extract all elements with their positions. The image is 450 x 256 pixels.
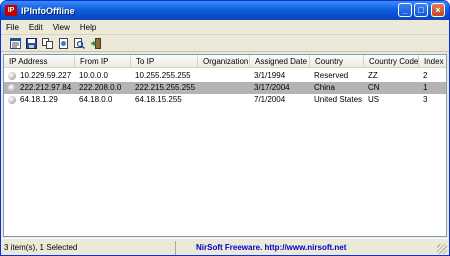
column-header-to-ip[interactable]: To IP xyxy=(131,55,198,68)
column-header-assigned-date[interactable]: Assigned Date xyxy=(250,55,310,68)
column-header-organization[interactable]: Organization xyxy=(198,55,250,68)
cell-ip-address: 222.212.97.84 xyxy=(20,83,72,92)
cell-assigned-date: 3/17/2004 xyxy=(254,83,290,92)
status-bar: 3 item(s), 1 Selected NirSoft Freeware. … xyxy=(1,238,449,255)
copy-icon[interactable] xyxy=(41,37,54,49)
exit-icon[interactable] xyxy=(89,37,102,49)
table-row-selected[interactable]: 222.212.97.84 222.208.0.0 222.215.255.25… xyxy=(4,82,446,94)
cell-assigned-date: 7/1/2004 xyxy=(254,95,286,104)
menu-view[interactable]: View xyxy=(48,23,75,32)
column-header-from-ip[interactable]: From IP xyxy=(75,55,131,68)
cell-assigned-date: 3/1/1994 xyxy=(254,71,286,80)
nirsoft-link[interactable]: NirSoft Freeware. http://www.nirsoft.net xyxy=(196,243,346,252)
minimize-button[interactable]: _ xyxy=(398,3,412,17)
cell-to-ip: 64.18.15.255 xyxy=(135,95,182,104)
menu-edit[interactable]: Edit xyxy=(24,23,48,32)
cell-organization xyxy=(198,82,202,94)
window-title: IPInfoOffline xyxy=(21,5,75,16)
properties-icon[interactable] xyxy=(9,37,22,49)
status-summary: 3 item(s), 1 Selected xyxy=(1,240,176,255)
cell-country-code: ZZ xyxy=(368,71,378,80)
cell-index: 3 xyxy=(423,95,428,104)
cell-ip-address: 10.229.59.227 xyxy=(20,71,72,80)
maximize-button[interactable]: □ xyxy=(414,3,428,17)
toolbar xyxy=(1,35,449,52)
column-header-ip-address[interactable]: IP Address xyxy=(4,55,75,68)
cell-to-ip: 222.215.255.255 xyxy=(135,83,196,92)
column-header-country[interactable]: Country xyxy=(310,55,364,68)
cell-from-ip: 10.0.0.0 xyxy=(79,71,108,80)
cell-organization xyxy=(198,94,202,106)
cell-ip-address: 64.18.1.29 xyxy=(20,95,58,104)
list-header: IP Address From IP To IP Organization As… xyxy=(4,55,446,68)
save-icon[interactable] xyxy=(25,37,38,49)
ip-entry-icon xyxy=(8,96,16,104)
cell-from-ip: 64.18.0.0 xyxy=(79,95,113,104)
ip-entry-icon xyxy=(8,72,16,80)
menu-file[interactable]: File xyxy=(1,23,24,32)
cell-country: United States xyxy=(314,95,363,104)
cell-index: 2 xyxy=(423,71,428,80)
find-icon[interactable] xyxy=(73,37,86,49)
cell-index: 1 xyxy=(423,83,428,92)
cell-country: Reserved xyxy=(314,71,349,80)
cell-organization xyxy=(198,70,202,82)
html-report-icon[interactable] xyxy=(57,37,70,49)
close-button[interactable]: × xyxy=(431,3,445,17)
app-icon: IP xyxy=(5,5,17,16)
app-window: IP IPInfoOffline _ □ × File Edit View He… xyxy=(0,0,450,256)
cell-from-ip: 222.208.0.0 xyxy=(79,83,122,92)
resize-grip-icon[interactable] xyxy=(437,244,447,254)
cell-country: China xyxy=(314,83,335,92)
cell-country-code: CN xyxy=(368,83,380,92)
menu-bar: File Edit View Help xyxy=(1,20,449,35)
ip-entry-icon xyxy=(8,84,16,92)
title-bar[interactable]: IP IPInfoOffline _ □ × xyxy=(1,1,449,20)
column-header-index[interactable]: Index xyxy=(419,55,446,68)
ip-results-list[interactable]: IP Address From IP To IP Organization As… xyxy=(3,54,447,237)
table-row[interactable]: 10.229.59.227 10.0.0.0 10.255.255.255 3/… xyxy=(4,70,446,82)
cell-to-ip: 10.255.255.255 xyxy=(135,71,191,80)
menu-help[interactable]: Help xyxy=(75,23,101,32)
cell-country-code: US xyxy=(368,95,380,104)
column-header-country-code[interactable]: Country Code xyxy=(364,55,419,68)
table-row[interactable]: 64.18.1.29 64.18.0.0 64.18.15.255 7/1/20… xyxy=(4,94,446,106)
